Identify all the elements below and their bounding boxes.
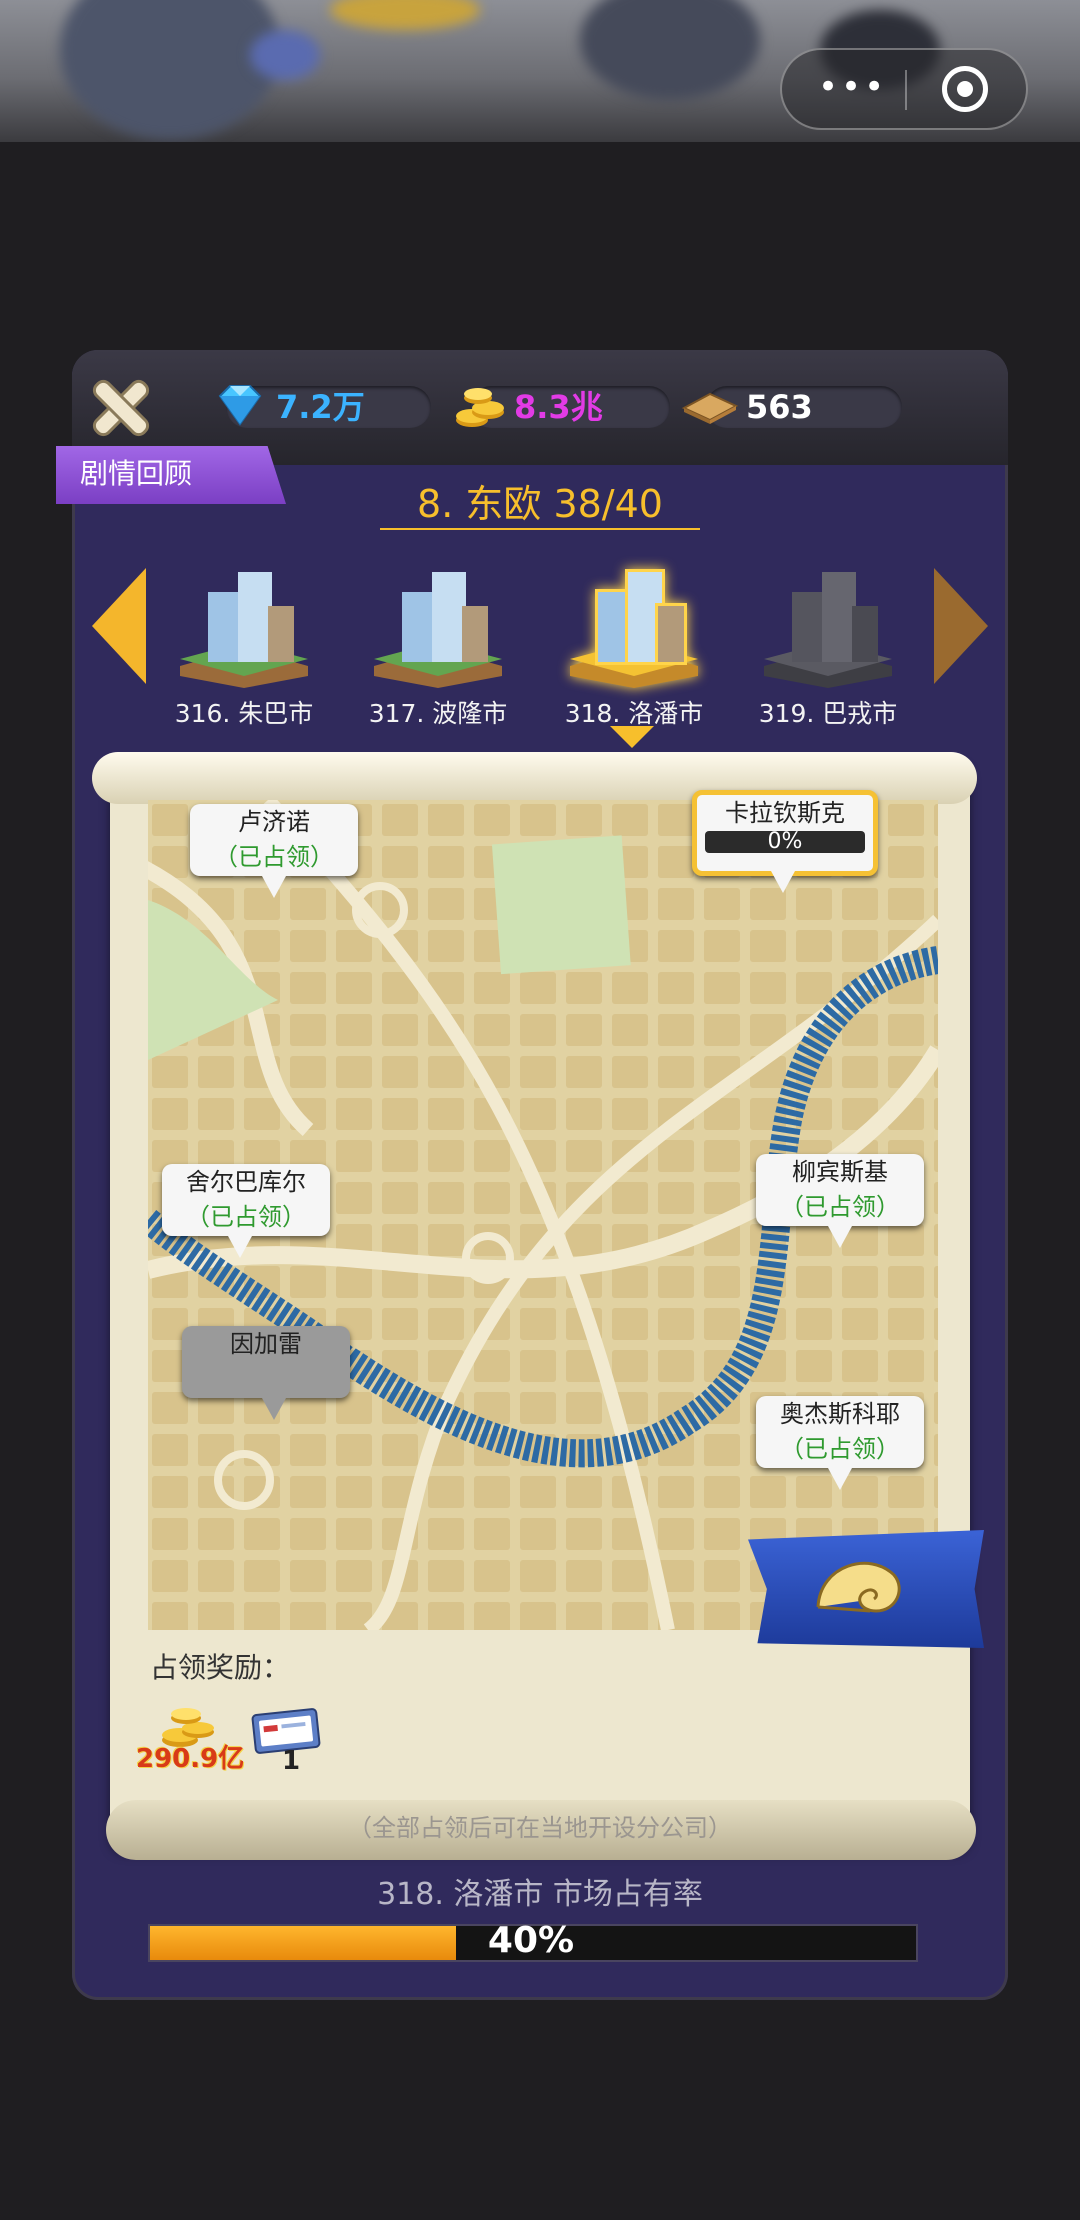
diamond-icon	[218, 385, 262, 426]
district-status: （已占领）	[214, 843, 334, 871]
selected-city-marker	[610, 726, 654, 748]
district-bubble-3[interactable]: 舍尔巴库尔 （已占领）	[162, 1164, 330, 1258]
district-name: 因加雷	[230, 1330, 302, 1358]
ticket-value: 563	[746, 388, 813, 426]
capsule-divider	[905, 70, 907, 110]
district-status: （已占领）	[780, 1435, 900, 1463]
branch-office-note: （全部占领后可在当地开设分公司）	[348, 1814, 732, 1842]
district-status: （已占领）	[186, 1203, 306, 1231]
bubble-pointer	[228, 1236, 252, 1258]
district-name: 柳宾斯基	[792, 1158, 888, 1186]
district-name: 卡拉钦斯克	[725, 799, 845, 827]
gold-value: 8.3兆	[514, 388, 603, 426]
miniprogram-capsule: •••	[780, 48, 1028, 130]
bubble-pointer	[828, 1468, 852, 1490]
close-miniprogram-icon[interactable]	[942, 66, 988, 112]
city-316-label: 316. 朱巴市	[174, 699, 314, 728]
district-bubble-1[interactable]: 卢济诺 （已占领）	[190, 804, 358, 898]
district-bubble-6[interactable]: 奥杰斯科耶 （已占领）	[756, 1396, 924, 1490]
market-share-label: 318. 洛潘市 市场占有率	[377, 1877, 703, 1912]
shell-icon[interactable]	[810, 1545, 910, 1625]
district-bubble-2[interactable]: 卡拉钦斯克 0%	[692, 790, 878, 893]
gold-coins-icon	[456, 388, 504, 427]
chapter-title: 8. 东欧 38/40	[380, 480, 700, 530]
district-name: 卢济诺	[238, 808, 310, 836]
bubble-pointer	[828, 1226, 852, 1248]
close-button[interactable]	[92, 380, 148, 436]
city-316-icon[interactable]	[164, 548, 324, 688]
reward-title: 占领奖励：	[150, 1651, 291, 1684]
reward-coin-value: 290.9亿	[136, 1744, 245, 1774]
reward-card-count: 1	[282, 1746, 301, 1776]
wood-plank-icon	[681, 392, 739, 424]
more-icon[interactable]: •••	[818, 70, 884, 106]
district-progress-text: 0%	[767, 829, 803, 854]
prev-arrow-icon[interactable]	[92, 568, 146, 684]
city-319-label: 319. 巴戎市	[758, 699, 898, 728]
city-317-icon[interactable]	[358, 548, 518, 688]
bubble-pointer	[262, 1398, 286, 1420]
city-319-icon[interactable]	[748, 548, 908, 688]
district-status: （已占领）	[780, 1193, 900, 1221]
district-progress-bar: 0%	[705, 831, 865, 853]
district-bubble-4[interactable]: 柳宾斯基 （已占领）	[756, 1154, 924, 1248]
next-arrow-icon[interactable]	[934, 568, 988, 684]
story-review-label[interactable]: 剧情回顾	[80, 452, 192, 496]
district-bubble-5[interactable]: 因加雷	[182, 1326, 350, 1420]
market-share-percent: 40%	[487, 1920, 575, 1961]
diamond-value: 7.2万	[276, 388, 365, 426]
bubble-pointer	[771, 871, 795, 893]
city-317-label: 317. 波隆市	[368, 699, 508, 728]
bubble-pointer	[262, 876, 286, 898]
district-name: 奥杰斯科耶	[780, 1400, 900, 1428]
city-318-icon[interactable]	[554, 548, 714, 688]
district-name: 舍尔巴库尔	[186, 1168, 306, 1196]
